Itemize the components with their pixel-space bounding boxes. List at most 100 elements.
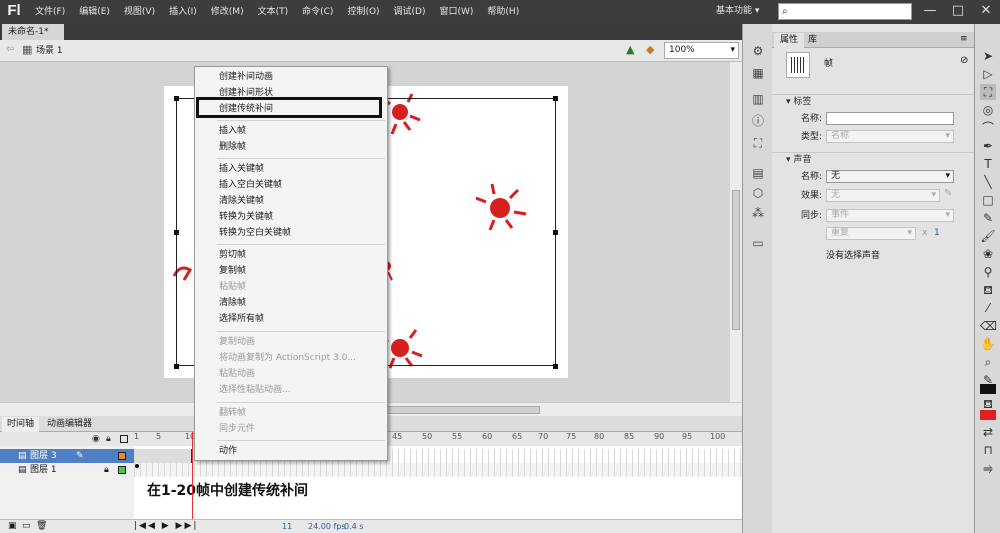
panel-menu-icon[interactable]: ≡ bbox=[960, 34, 968, 44]
menu-item-select-all-frames[interactable]: 选择所有帧 bbox=[219, 313, 264, 325]
layer-color-swatch[interactable] bbox=[118, 466, 126, 474]
menu-item-insert-frame[interactable]: 插入帧 bbox=[219, 125, 246, 137]
rectangle-tool-icon[interactable]: □ bbox=[980, 192, 996, 208]
paint-bucket-tool-icon[interactable]: ⛾ bbox=[980, 282, 996, 298]
tab-timeline[interactable]: 时间轴 bbox=[2, 417, 40, 432]
layer-color-swatch[interactable] bbox=[118, 452, 126, 460]
selection-tool-icon[interactable]: ➤ bbox=[980, 48, 996, 64]
document-tab[interactable]: 未命名-1* bbox=[2, 24, 64, 40]
pencil-tool-icon[interactable]: ✎ bbox=[980, 210, 996, 226]
outline-icon[interactable] bbox=[120, 435, 128, 443]
free-transform-tool-icon[interactable]: ⛶ bbox=[980, 84, 996, 100]
back-arrow-icon[interactable]: ⇦ bbox=[6, 44, 14, 55]
workspace-switcher[interactable]: 基本功能 ▾ bbox=[716, 4, 759, 19]
swatches-icon[interactable]: ▦ bbox=[751, 66, 765, 80]
tab-properties[interactable]: 属性 bbox=[774, 33, 805, 48]
help-icon[interactable]: ⊘ bbox=[960, 55, 968, 66]
text-tool-icon[interactable]: T bbox=[980, 156, 996, 172]
frame-row[interactable] bbox=[134, 463, 742, 477]
menu-control[interactable]: 控制(O) bbox=[340, 0, 386, 24]
layer-row[interactable]: ▤ 图层 3 ✎ bbox=[0, 449, 134, 463]
close-button[interactable]: ✕ bbox=[972, 1, 1000, 21]
color-panel-icon[interactable]: ⚙ bbox=[751, 44, 765, 58]
fill-color-swatch[interactable] bbox=[980, 410, 996, 420]
menu-item-cut-frames[interactable]: 剪切帧 bbox=[219, 249, 246, 261]
repeat-count[interactable]: 1 bbox=[934, 228, 940, 238]
transform-icon[interactable]: ⛶ bbox=[751, 136, 765, 150]
menu-help[interactable]: 帮助(H) bbox=[480, 0, 526, 24]
transform-handle[interactable] bbox=[174, 230, 179, 235]
menu-item-remove-frames[interactable]: 删除帧 bbox=[219, 141, 246, 153]
menu-modify[interactable]: 修改(M) bbox=[204, 0, 251, 24]
output-icon[interactable]: ▭ bbox=[751, 236, 765, 250]
sound-name-select[interactable]: 无 ▾ bbox=[826, 170, 954, 183]
menu-window[interactable]: 窗口(W) bbox=[433, 0, 481, 24]
playback-controls[interactable]: |◀◀ ▶ ▶▶| bbox=[134, 521, 198, 531]
menu-item-copy-frames[interactable]: 复制帧 bbox=[219, 265, 246, 277]
menu-item-insert-keyframe[interactable]: 插入关键帧 bbox=[219, 163, 264, 175]
components-icon[interactable]: ⬡ bbox=[751, 186, 765, 200]
menu-item-actions[interactable]: 动作 bbox=[219, 445, 237, 457]
edit-symbol-icon[interactable]: ◆ bbox=[646, 43, 654, 56]
eyedropper-tool-icon[interactable]: ⁄ bbox=[980, 300, 996, 316]
bone-tool-icon[interactable]: ⚲ bbox=[980, 264, 996, 280]
layer-row[interactable]: ▤ 图层 1 🔒︎ bbox=[0, 463, 134, 477]
menu-insert[interactable]: 插入(I) bbox=[162, 0, 204, 24]
menu-file[interactable]: 文件(F) bbox=[28, 0, 72, 24]
hand-tool-icon[interactable]: ✋ bbox=[980, 336, 996, 352]
menu-item-clear-frames[interactable]: 清除帧 bbox=[219, 297, 246, 309]
menu-edit[interactable]: 编辑(E) bbox=[72, 0, 117, 24]
new-folder-icon[interactable]: ▭ bbox=[22, 521, 31, 531]
eye-icon[interactable]: ◉ bbox=[92, 432, 100, 446]
stroke-color-swatch[interactable] bbox=[980, 384, 996, 394]
menu-debug[interactable]: 调试(D) bbox=[387, 0, 433, 24]
smooth-icon[interactable]: ⥤ bbox=[980, 460, 996, 476]
transform-handle[interactable] bbox=[174, 96, 179, 101]
edit-scene-icon[interactable]: ▲ bbox=[626, 43, 634, 56]
section-label[interactable]: ▾ 标签 bbox=[772, 94, 974, 108]
transform-handle[interactable] bbox=[553, 364, 558, 369]
menu-item-create-motion-tween[interactable]: 创建补间动画 bbox=[219, 71, 273, 83]
lasso-tool-icon[interactable]: ⌒ bbox=[980, 120, 996, 136]
zoom-tool-icon[interactable]: ⌕ bbox=[980, 354, 996, 370]
subselection-tool-icon[interactable]: ▷ bbox=[980, 66, 996, 82]
scroll-thumb[interactable] bbox=[732, 190, 740, 330]
frame-name-input[interactable] bbox=[826, 112, 954, 125]
section-sound[interactable]: ▾ 声音 bbox=[772, 152, 974, 166]
code-snippets-icon[interactable]: ▤ bbox=[751, 166, 765, 180]
zoom-select[interactable]: 100% ▾ bbox=[664, 42, 739, 59]
menu-view[interactable]: 视图(V) bbox=[117, 0, 162, 24]
line-tool-icon[interactable]: ╲ bbox=[980, 174, 996, 190]
delete-layer-icon[interactable]: 🗑︎ bbox=[36, 521, 47, 531]
vertical-scrollbar[interactable] bbox=[730, 62, 742, 402]
snap-magnet-icon[interactable]: ⊓ bbox=[980, 442, 996, 458]
eraser-tool-icon[interactable]: ⌫ bbox=[980, 318, 997, 334]
lock-icon[interactable]: 🔒︎ bbox=[106, 432, 111, 446]
current-frame[interactable]: 11 bbox=[282, 522, 292, 531]
menu-text[interactable]: 文本(T) bbox=[251, 0, 296, 24]
menu-item-insert-blank-keyframe[interactable]: 插入空白关键帧 bbox=[219, 179, 282, 191]
new-layer-icon[interactable]: ▣ bbox=[8, 521, 17, 531]
pen-tool-icon[interactable]: ✒ bbox=[980, 138, 996, 154]
deco-tool-icon[interactable]: ❀ bbox=[980, 246, 996, 262]
menu-item-convert-to-blank-keyframe[interactable]: 转换为空白关键帧 bbox=[219, 227, 291, 239]
3d-rotation-tool-icon[interactable]: ◎ bbox=[980, 102, 996, 118]
transform-handle[interactable] bbox=[553, 230, 558, 235]
menu-item-convert-to-keyframe[interactable]: 转换为关键帧 bbox=[219, 211, 273, 223]
swap-colors-icon[interactable]: ⇄ bbox=[980, 424, 996, 440]
maximize-button[interactable]: □ bbox=[944, 1, 972, 21]
align-icon[interactable]: ▥ bbox=[751, 92, 765, 106]
keyframe-span[interactable] bbox=[134, 449, 192, 463]
playhead[interactable] bbox=[192, 432, 193, 533]
menu-commands[interactable]: 命令(C) bbox=[295, 0, 340, 24]
info-icon[interactable]: ⓘ bbox=[751, 114, 765, 128]
tab-motion-editor[interactable]: 动画编辑器 bbox=[42, 417, 97, 432]
tab-library[interactable]: 库 bbox=[802, 33, 823, 48]
transform-handle[interactable] bbox=[553, 96, 558, 101]
menu-item-clear-keyframe[interactable]: 清除关键帧 bbox=[219, 195, 264, 207]
motion-presets-icon[interactable]: ⁂ bbox=[751, 206, 765, 220]
frame-rate[interactable]: 24.00 fps bbox=[308, 522, 346, 531]
transform-handle[interactable] bbox=[174, 364, 179, 369]
minimize-button[interactable]: — bbox=[916, 1, 944, 21]
brush-tool-icon[interactable]: 🖌︎ bbox=[980, 228, 996, 244]
